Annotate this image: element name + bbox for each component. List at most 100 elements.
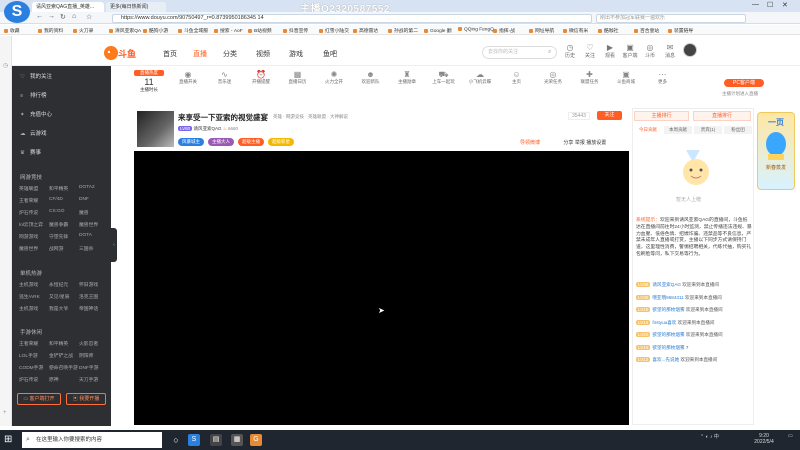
header-icon-button[interactable]: ▣ 客户端 [620, 43, 640, 59]
browser-app-icon[interactable]: S [188, 434, 200, 446]
category-label[interactable]: 上车一起玩 [428, 79, 460, 85]
category-icon[interactable]: ⏰ [245, 70, 277, 79]
bookmark-item[interactable]: 孙战的第二 [388, 27, 418, 34]
category-label[interactable]: 音乐迷 [209, 79, 241, 85]
sidebar-category-link[interactable]: 王者荣耀 [19, 197, 38, 204]
sidebar-category-link[interactable]: lol云顶之弈 [19, 221, 43, 228]
sidebar-category-link[interactable]: 我是大爷 [49, 305, 68, 312]
category-label[interactable]: 火力全开 [318, 79, 350, 85]
sidebar-category-link[interactable]: 怀旧游戏 [79, 281, 98, 288]
category-label[interactable]: 直播开关 [172, 79, 204, 85]
start-live-button[interactable]: ▣ 我要开播 [66, 393, 106, 405]
windows-start-icon[interactable]: ⊞ [4, 434, 12, 445]
sidebar-category-link[interactable]: 和平精英 [49, 185, 68, 192]
video-player[interactable] [134, 151, 629, 425]
sidebar-category-link[interactable]: CF/4D [49, 197, 63, 202]
back-icon[interactable]: ← [36, 13, 43, 20]
sidebar-category-link[interactable]: 金铲铲之战 [49, 352, 73, 359]
sidebar-category-link[interactable]: 网游游戏 [19, 233, 38, 240]
category-label[interactable]: 小飞机云蝶 [464, 79, 496, 85]
sidebar-category-link[interactable]: 炉石传说 [19, 376, 38, 383]
chat-username[interactable]: 欲望的那枚烟雾 [652, 345, 684, 350]
category-icon[interactable]: ∿ [209, 70, 241, 79]
sidebar-item[interactable]: ☁ 云游戏 [20, 129, 47, 137]
nav-item[interactable]: 鱼吧 [323, 49, 337, 59]
chat-username[interactable]: 请风亚索QAG [652, 282, 681, 287]
bookmark-item[interactable]: 百合壹站 [634, 27, 659, 34]
category-label[interactable]: 欢迎新队 [355, 79, 387, 85]
browser-logo-icon[interactable]: S [4, 1, 30, 23]
header-icon-button[interactable]: ✉ 消息 [660, 43, 680, 59]
category-icon[interactable]: ☻ [355, 70, 387, 79]
category-icon[interactable]: ◉ [172, 70, 204, 79]
sidebar-category-link[interactable]: 又见/星辰 [49, 293, 70, 300]
bookmark-item[interactable]: 搜索 - AoF [214, 27, 243, 34]
chat-tab[interactable]: 本周贡献 [664, 126, 692, 134]
clock[interactable]: 9:20 2022/5/4 [744, 433, 784, 445]
url-input[interactable]: https://www.douyu.com/90750497_r=0.87399… [112, 14, 592, 23]
sidebar-category-link[interactable]: CODM手游 [19, 364, 43, 371]
refresh-icon[interactable]: ↻ [60, 13, 66, 21]
header-icon-button[interactable]: ♡ 关注 [580, 43, 600, 59]
category-icon[interactable]: ▣ [610, 70, 642, 79]
header-icon-button[interactable]: ◷ 历史 [560, 43, 580, 59]
sidebar-category-link[interactable]: 魔兽争霸 [49, 221, 68, 228]
category-label[interactable]: 主播勋章 [391, 79, 423, 85]
add-icon[interactable]: + [3, 410, 7, 416]
sidebar-category-link[interactable]: LOL手游 [19, 352, 38, 359]
clock-icon[interactable]: ◷ [3, 62, 8, 69]
bookmark-item[interactable]: 酷狗小游 [143, 27, 168, 34]
bookmark-item[interactable]: QQing FengQ [458, 27, 494, 33]
category-icon[interactable]: ♜ [391, 70, 423, 79]
sidebar-category-link[interactable]: 守望先锋 [49, 233, 68, 240]
nav-item[interactable]: 游戏 [289, 49, 303, 59]
weibo-link[interactable]: 导领微博 [520, 140, 540, 146]
sidebar-category-link[interactable]: 帝国神话 [79, 305, 98, 312]
follow-button[interactable]: 关注 [597, 111, 622, 120]
sidebar-category-link[interactable]: 魔兽世界 [19, 245, 38, 252]
sidebar-category-link[interactable]: 永恒纪元 [49, 281, 68, 288]
category-label[interactable]: 更多 [647, 79, 679, 85]
category-icon[interactable]: ⋯ [647, 70, 679, 79]
category-label[interactable]: 直播日历 [282, 79, 314, 85]
nav-item[interactable]: 首页 [163, 49, 177, 59]
fans-rank-tab[interactable]: 直播排行 [693, 111, 751, 121]
sidebar-category-link[interactable]: DOTA [79, 233, 92, 238]
sidebar-category-link[interactable]: 主机游戏 [19, 281, 38, 288]
browser-tab[interactable]: 更多(每日热新闻) [106, 2, 166, 12]
category-icon[interactable]: ☺ [501, 70, 533, 79]
sidebar-category-link[interactable]: 原神 [49, 376, 59, 383]
sidebar-category-link[interactable]: 英雄联盟 [19, 185, 38, 192]
category-icon[interactable]: ▦ [282, 70, 314, 79]
category-label[interactable]: 开播提醒 [245, 79, 277, 85]
bookmark-item[interactable]: 红雪小陆交 [319, 27, 349, 34]
home-icon[interactable]: ⌂ [72, 13, 76, 20]
bookmark-item[interactable]: 指挥-战 [493, 27, 515, 34]
report-link[interactable]: 举报 [575, 140, 585, 146]
sidebar-item[interactable]: ♛ 赛事 [20, 148, 41, 156]
bookmark-item[interactable]: 斗鱼全域服 [178, 27, 208, 34]
category-icon[interactable]: ☁ [464, 70, 496, 79]
maximize-icon[interactable]: ☐ [767, 1, 773, 9]
category-label[interactable]: 斗鱼商城 [610, 79, 642, 85]
bookmark-item[interactable]: 抖音宣传 [283, 27, 308, 34]
browser-tab-active[interactable]: 请风亚索QAG直播_英雄... [32, 2, 104, 12]
anchor-name[interactable]: 请风亚索QAG [193, 126, 221, 131]
nav-item[interactable]: 视频 [256, 49, 270, 59]
sidebar-collapse-toggle[interactable]: ‹ [111, 228, 117, 262]
bookmark-item[interactable]: 火刀录 [73, 27, 93, 34]
header-icon-button[interactable]: ▶ 观看 [600, 43, 620, 59]
sidebar-item[interactable]: ✦ 充值中心 [20, 110, 52, 118]
sidebar-category-link[interactable]: 三国杀 [79, 245, 93, 252]
settings-link[interactable]: 播放设置 [586, 140, 606, 146]
chat-tab[interactable]: 贵宾(1) [694, 126, 722, 134]
sidebar-category-link[interactable]: DNF手游 [79, 364, 98, 371]
bookmark-item[interactable]: 装置链导 [668, 27, 693, 34]
rank-tab[interactable]: 主播排行 [634, 111, 689, 121]
chat-tab[interactable]: 今日贡献 [634, 126, 662, 134]
category-label[interactable]: 主页 [501, 79, 533, 85]
notification-icon[interactable]: ▭ [788, 433, 793, 439]
chat-username[interactable]: firstyua喜欢 [652, 320, 676, 325]
bookmark-item[interactable]: 收藏 [4, 27, 20, 34]
sidebar-item[interactable]: ♡ 我的关注 [20, 72, 52, 80]
